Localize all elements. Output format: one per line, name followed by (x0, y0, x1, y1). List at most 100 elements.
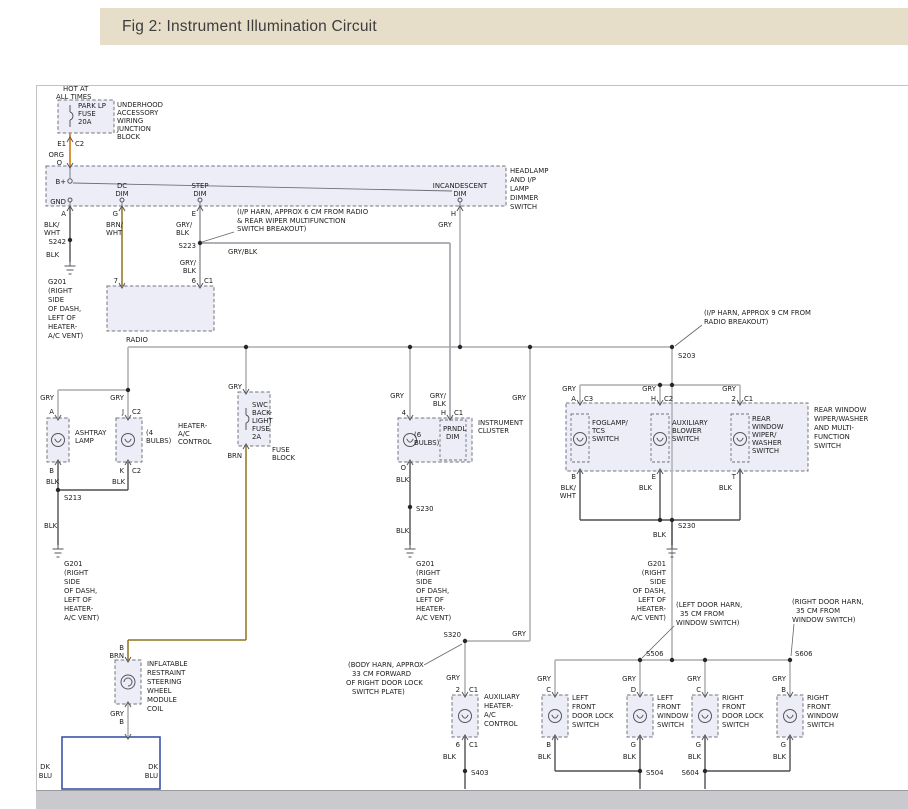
wire-color-label: BLK (183, 267, 197, 275)
component-label: DOOR LOCK (572, 712, 614, 720)
wire-color-label: GRY (438, 221, 453, 229)
wire-color-label: BLK (623, 753, 637, 761)
ground-label: OF DASH, (64, 587, 97, 595)
component-label: RIGHT (807, 694, 829, 702)
component-label: CLUSTER (478, 427, 509, 435)
wire-color-label: GRY (772, 675, 787, 683)
ground-icon (65, 262, 76, 274)
splice-dot (68, 238, 72, 242)
pin-label: H (651, 395, 656, 403)
wire-color-label: BLK (396, 476, 410, 484)
pin-label: T (731, 473, 737, 481)
splice-label: S320 (443, 631, 461, 639)
ground-label: SIDE (650, 578, 666, 586)
component-label: LAMP (75, 437, 94, 445)
ground-label: SIDE (48, 296, 64, 304)
note-label: SWITCH PLATE) (352, 688, 405, 696)
connector-label: C2 (664, 395, 673, 403)
component-label: SWITCH (752, 447, 779, 455)
component-label: WINDOW (807, 712, 839, 720)
fuse-label: 2A (252, 433, 261, 441)
wire-color-label: WHT (106, 229, 123, 237)
splice-label: S606 (795, 650, 813, 658)
component-label: FRONT (657, 703, 681, 711)
component-label: BLOCK (117, 133, 141, 141)
note-label: 35 CM FROM (796, 607, 840, 615)
component-label: REAR WINDOW (814, 406, 867, 414)
pin-label: K (119, 467, 124, 475)
component-label: SWITCH (807, 721, 834, 729)
wire-color-label: GRY (687, 675, 702, 683)
component-label: SWITCH (592, 435, 619, 443)
note-label: WINDOW SWITCH) (676, 619, 740, 627)
component-label: FUNCTION (814, 433, 850, 441)
component-label: MODULE (147, 696, 177, 704)
note-label: WINDOW SWITCH) (792, 616, 856, 624)
page: { "header": { "title": "Fig 2: Instrumen… (0, 0, 908, 808)
ground-label: A/C VENT) (48, 332, 83, 340)
ground-label: HEATER- (64, 605, 94, 613)
splice-label: S506 (646, 650, 664, 658)
connector-label: C3 (584, 395, 593, 403)
splice-label: S242 (48, 238, 66, 246)
component-label: WHEEL (147, 687, 172, 695)
pin-label: C2 (75, 140, 84, 148)
note-label: (LEFT DOOR HARN, (676, 601, 742, 609)
ground-label: LEFT OF (638, 596, 666, 604)
note-label: & REAR WIPER MULTIFUNCTION (237, 217, 346, 225)
component-label: CONTROL (484, 720, 518, 728)
right-window-switch-box (777, 695, 803, 737)
wire-color-label: BLU (145, 772, 158, 780)
splice-dot (244, 345, 248, 349)
pin-label: A (61, 210, 66, 218)
bulbs-label: BULBS) (146, 437, 172, 445)
pin-label: B (546, 741, 551, 749)
terminal-label: DIM (193, 190, 206, 198)
terminal-label: DIM (115, 190, 128, 198)
wire-gry (58, 206, 790, 737)
note-label: 33 CM FORWARD (352, 670, 411, 678)
splice-dot (408, 345, 412, 349)
splice-label: S203 (678, 352, 696, 360)
splice-dot (408, 505, 412, 509)
ground-label: OF DASH, (633, 587, 666, 595)
left-window-switch-box (627, 695, 653, 737)
note-label: (BODY HARN, APPROX (348, 661, 424, 669)
wire-color-label: DK (40, 763, 50, 771)
terminal-label: B+ (55, 178, 66, 186)
connector-label: C1 (204, 277, 213, 285)
heater-control-box (116, 418, 142, 462)
wire-color-label: BLK (112, 478, 126, 486)
component-label: RIGHT (722, 694, 744, 702)
pin-label: C (696, 686, 701, 694)
fuse-label: SWC (252, 401, 268, 409)
component-label: JUNCTION (116, 125, 151, 133)
wire-color-label: GRY (562, 385, 577, 393)
wire-color-label: GRY (390, 392, 405, 400)
component-label: ASHTRAY (75, 429, 107, 437)
component-label: RESTRAINT (147, 669, 186, 677)
component-label: STEERING (147, 678, 182, 686)
dk-blu-module-box (62, 737, 160, 789)
connector-label: C1 (744, 395, 753, 403)
wire-color-label: BLK (176, 229, 190, 237)
pin-label: 7 (114, 277, 118, 285)
horizontal-scrollbar[interactable] (36, 790, 908, 809)
pin-label: E (652, 473, 656, 481)
component-label: TCS (591, 427, 605, 435)
wire-color-label: GRY/ (430, 392, 447, 400)
ground-label: HEATER- (416, 605, 446, 613)
pin-label: E1 (57, 140, 66, 148)
component-label: UNDERHOOD (117, 101, 163, 109)
left-door-lock-switch-box (542, 695, 568, 737)
component-label: SWITCH (672, 435, 699, 443)
note-label: (I/P HARN, APPROX 9 CM FROM (704, 309, 811, 317)
pin-label: C (546, 686, 551, 694)
component-label: SWITCH (572, 721, 599, 729)
component-label: COIL (147, 705, 163, 713)
ground-label: G201 (648, 560, 667, 568)
pin-label: D (631, 686, 636, 694)
ashtray-lamp-box (47, 418, 69, 462)
fuse-label: BACK- (252, 409, 273, 417)
component-label: FRONT (807, 703, 831, 711)
